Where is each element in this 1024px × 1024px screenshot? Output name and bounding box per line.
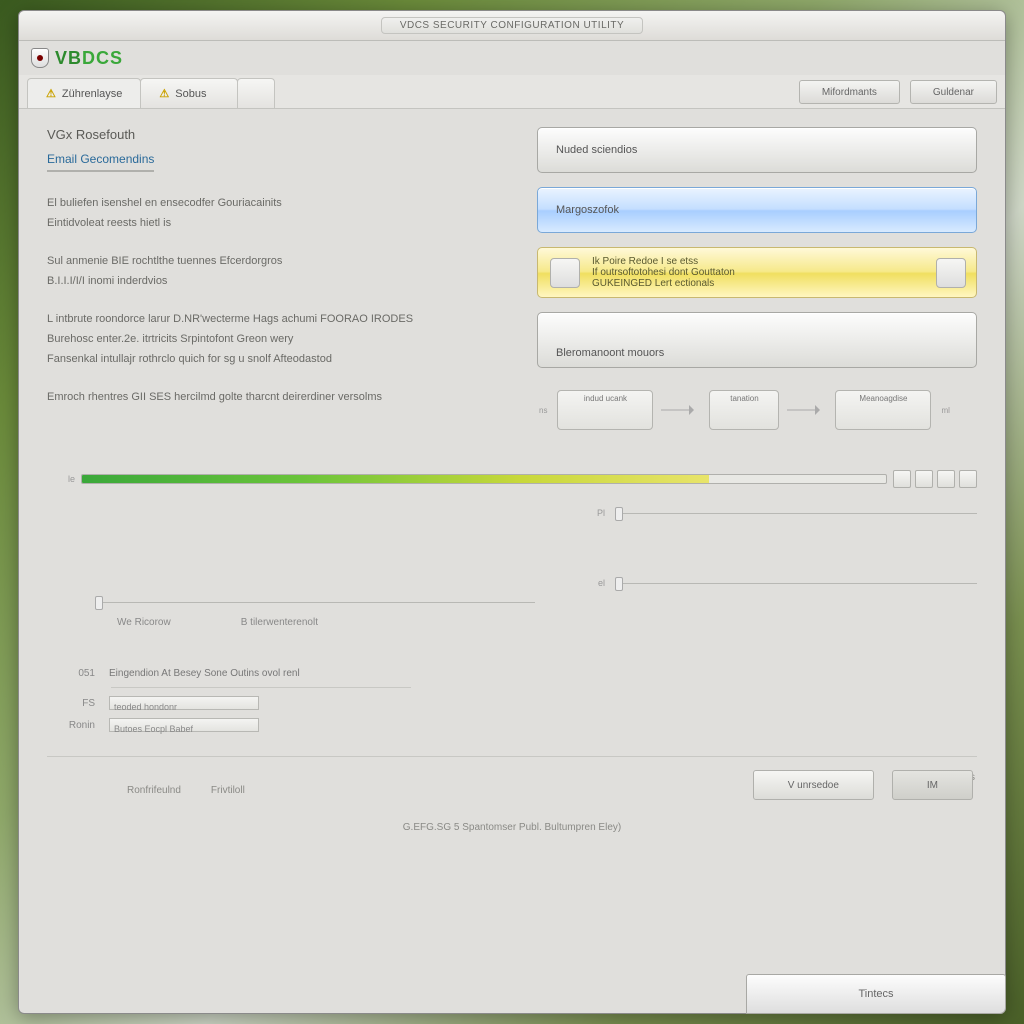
flow-label: ml (941, 406, 949, 415)
progress-control-button[interactable] (937, 470, 955, 488)
footer-link[interactable]: Frivtiloll (211, 785, 245, 796)
text: El buliefen isenshel en ensecodfer Gouri… (47, 196, 507, 212)
arrow-icon (787, 403, 827, 417)
notice-line: If outrsoftotohesi dont Gouttaton (592, 267, 735, 278)
page-heading: VGx Rosefouth (47, 127, 507, 142)
field-label: 051 (47, 668, 95, 679)
flow-node-2[interactable]: tanation (709, 390, 779, 430)
action-button-3[interactable]: Bleromanoont mouors (537, 312, 977, 368)
slider-track[interactable] (95, 602, 535, 603)
shield-icon (31, 48, 49, 68)
warning-icon: ⚠ (159, 87, 169, 100)
notice-icon[interactable] (550, 258, 580, 288)
slider-caption: Pl (567, 508, 605, 518)
divider (47, 756, 977, 757)
tab-1[interactable]: ⚠ Zührenlayse (27, 78, 141, 108)
text: Eintidvoleat reests hietl is (47, 216, 507, 232)
primary-action-button[interactable]: IM (892, 770, 973, 800)
slider-area: Pl el We Ricorow B tilerwenterenolt (47, 508, 977, 628)
progress-label: le (47, 474, 75, 484)
progress-control-button[interactable] (959, 470, 977, 488)
slider-track[interactable] (615, 583, 977, 584)
flow-node-1[interactable]: indud ucank (557, 390, 653, 430)
field-label: Ronin (47, 720, 95, 731)
field-input[interactable]: teoded hondonr (109, 696, 259, 710)
app-window: VDCS SECURITY CONFIGURATION UTILITY VBDC… (18, 10, 1006, 1014)
tab-bar: ⚠ Zührenlayse ⚠ Sobus Mifordmants Gulden… (19, 75, 1005, 109)
notice-line: Ik Poire Redoe I se etss (592, 256, 735, 267)
notice-action-icon[interactable] (936, 258, 966, 288)
flow-diagram: ns indud ucank tanation Meanoagdise ml (537, 390, 977, 430)
window-title: VDCS SECURITY CONFIGURATION UTILITY (381, 17, 643, 34)
toolbar-button-right[interactable]: Guldenar (910, 80, 997, 104)
flow-node-3[interactable]: Meanoagdise (835, 390, 931, 430)
text: Burehosc enter.2e. itrtricits Srpintofon… (47, 332, 507, 348)
scale-label: B tilerwenterenolt (241, 617, 318, 628)
slider-track[interactable] (615, 513, 977, 514)
text: Fansenkal intullajr rothrclo quich for s… (47, 352, 507, 368)
scale-label: We Ricorow (117, 617, 171, 628)
tab-label: Zührenlayse (62, 88, 123, 100)
content-area: VGx Rosefouth Email Gecomendins El bulie… (19, 109, 1005, 1013)
copyright-text: G.EFG.SG 5 Spantomser Publ. Bultumpren E… (47, 822, 977, 833)
arrow-icon (661, 403, 701, 417)
tab-2[interactable]: ⚠ Sobus (140, 78, 237, 108)
notice-line: GUKEINGED Lert ectionals (592, 278, 735, 289)
section-link[interactable]: Email Gecomendins (47, 152, 154, 172)
action-button-2[interactable]: Margoszofok (537, 187, 977, 233)
right-column: Nuded sciendios Margoszofok Ik Poire Red… (537, 127, 977, 430)
progress-fill (82, 475, 709, 483)
slider-caption: el (567, 578, 605, 588)
field-label: FS (47, 698, 95, 709)
progress-control-button[interactable] (893, 470, 911, 488)
action-button-1[interactable]: Nuded sciendios (537, 127, 977, 173)
progress-row: le (47, 470, 977, 488)
footer-button[interactable]: Tintecs (746, 974, 1006, 1014)
titlebar: VDCS SECURITY CONFIGURATION UTILITY (19, 11, 1005, 41)
warning-icon: ⚠ (46, 87, 56, 100)
text: B.I.I.I/I/I inomi inderdvios (47, 274, 507, 290)
progress-bar (81, 474, 887, 484)
text: Sul anmenie BIE rochtlthe tuennes Efcerd… (47, 254, 507, 270)
text: Emroch rhentres GII SES hercilmd golte t… (47, 390, 507, 406)
flow-label: ns (539, 406, 547, 415)
footer-link[interactable]: Ronfrifeulnd (127, 785, 181, 796)
secondary-action-button[interactable]: V unrsedoe (753, 770, 874, 800)
form-area: 051 Eingendion At Besey Sone Outins ovol… (47, 668, 977, 732)
slider-scale-labels: We Ricorow B tilerwenterenolt (117, 617, 977, 628)
toolbar-button-left[interactable]: Mifordmants (799, 80, 900, 104)
progress-controls (893, 470, 977, 488)
tab-label: Sobus (175, 88, 206, 100)
left-column: VGx Rosefouth Email Gecomendins El bulie… (47, 127, 507, 430)
field-value: Eingendion At Besey Sone Outins ovol ren… (109, 668, 977, 679)
warning-notice: Ik Poire Redoe I se etss If outrsoftotoh… (537, 247, 977, 298)
tab-3[interactable] (237, 78, 275, 108)
text: L intbrute roondorce larur D.NR'wecterme… (47, 312, 507, 328)
brand-text: VBDCS (55, 48, 123, 69)
progress-control-button[interactable] (915, 470, 933, 488)
brand-row: VBDCS (19, 41, 1005, 75)
field-input[interactable]: Butoes Eocpl Babef (109, 718, 259, 732)
divider (111, 687, 411, 688)
